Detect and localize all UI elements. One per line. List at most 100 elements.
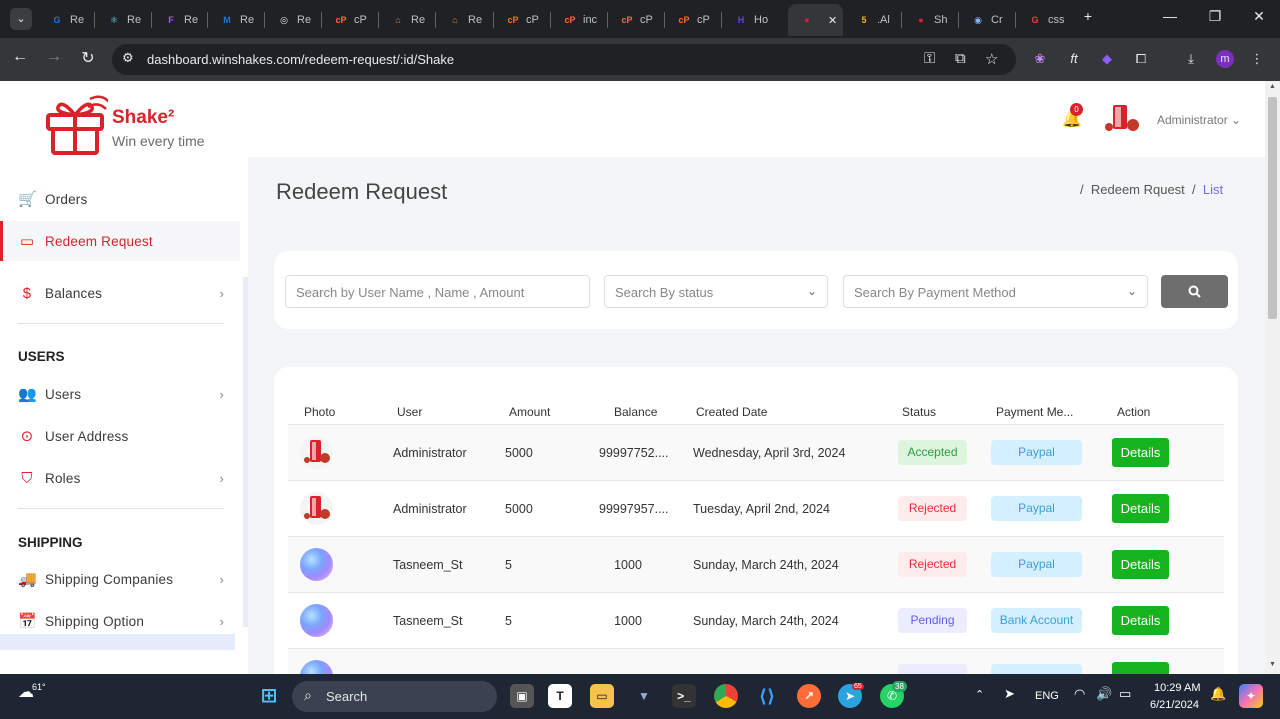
details-button[interactable]: Details [1112, 494, 1169, 523]
browser-tab[interactable]: G Re [38, 6, 95, 34]
sidebar-item-shipping-companies[interactable]: 🚚 Shipping Companies › [0, 559, 240, 599]
tab-favicon-icon: ⌂ [452, 15, 458, 25]
sidebar-item-users[interactable]: 👥 Users › [0, 374, 240, 414]
chevron-right-icon: › [219, 571, 224, 587]
sidebar-item-redeem-request[interactable]: ▭ Redeem Request [0, 221, 240, 261]
browser-tab[interactable]: Gcss [1016, 6, 1073, 34]
tray-overflow-icon[interactable]: ⌃ [975, 688, 984, 701]
sidebar-scroll-indicator[interactable] [243, 277, 248, 627]
tab-close-icon[interactable]: ✕ [828, 14, 837, 27]
search-input[interactable] [285, 275, 590, 308]
browser-tab[interactable]: cP cP [322, 6, 379, 34]
breadcrumb-item[interactable]: Redeem Rquest [1091, 182, 1185, 197]
terminal-icon[interactable]: >_ [672, 684, 696, 708]
language-indicator[interactable]: ENG [1035, 690, 1059, 702]
status-badge: Rejected [898, 552, 967, 577]
page-scrollbar[interactable]: ▲ ▼ [1265, 81, 1280, 674]
chrome-icon[interactable] [714, 684, 738, 708]
extensions-puzzle-icon[interactable]: ⧠ [1132, 50, 1150, 68]
windows-start-icon[interactable]: ⊞ [257, 684, 281, 708]
browser-menu-icon[interactable]: ⋮ [1248, 50, 1266, 68]
back-icon[interactable]: ← [8, 48, 32, 66]
tab-search-button[interactable]: ⌄ [10, 8, 32, 30]
volume-icon[interactable]: 🔊 [1096, 686, 1112, 702]
search-button[interactable] [1161, 275, 1228, 308]
header-user-menu[interactable]: Administrator ⌄ [1157, 113, 1241, 127]
vscode-icon[interactable]: ⟨⟩ [755, 684, 779, 708]
status-select[interactable]: Search By status ⌄ [604, 275, 828, 308]
extension-cube-icon[interactable]: ◆ [1098, 50, 1116, 68]
web-page: Shake² Win every time 🛒 Orders ▭ Redeem … [0, 81, 1280, 674]
browser-tab[interactable]: cP cP [608, 6, 665, 34]
extension-brain-icon[interactable]: ❀ [1031, 50, 1049, 68]
extension-fonts-icon[interactable]: ft [1065, 50, 1083, 68]
scroll-up-icon[interactable]: ▲ [1269, 83, 1276, 90]
notifications-bell-icon[interactable]: 🔔 [1210, 686, 1226, 702]
wifi-icon[interactable]: ◠ [1074, 686, 1085, 702]
bookmark-star-icon[interactable]: ☆ [985, 50, 998, 68]
browser-tab[interactable]: cP cP [665, 6, 722, 34]
table-row: Tasneem_St 5 1000 Sunday, March 24th, 2024 P… [288, 592, 1224, 648]
shake-cup-icon [304, 496, 330, 519]
browser-tab[interactable]: H Ho [722, 6, 779, 34]
maximize-icon[interactable]: ❐ [1200, 8, 1230, 25]
copilot-icon[interactable]: ✦ [1239, 684, 1263, 708]
browser-tab[interactable]: M Re [208, 6, 265, 34]
scroll-down-icon[interactable]: ▼ [1269, 661, 1276, 668]
address-bar[interactable]: ⚙ dashboard.winshakes.com/redeem-request… [112, 44, 1016, 75]
reload-icon[interactable]: ↻ [76, 48, 100, 68]
site-info-icon[interactable]: ⚙ [122, 50, 134, 66]
browser-tab[interactable]: ● Sh [902, 6, 959, 34]
browser-tab[interactable]: cP inc [551, 6, 608, 34]
clock-time[interactable]: 10:29 AM [1154, 682, 1200, 694]
sidebar-item-label: Shipping Companies [45, 571, 174, 587]
taskbar-search[interactable]: ⌕ Search [292, 681, 497, 712]
url-text[interactable]: dashboard.winshakes.com/redeem-request/:… [147, 52, 454, 67]
details-button[interactable] [1112, 662, 1169, 674]
task-view-icon[interactable]: ▣ [510, 684, 534, 708]
tab-title: Cr [991, 14, 1003, 26]
cell-balance: 1000 [614, 558, 642, 572]
breadcrumb-separator: / [1192, 182, 1196, 197]
clock-date[interactable]: 6/21/2024 [1150, 699, 1199, 711]
browser-tab[interactable]: F Re [152, 6, 208, 34]
browser-tab[interactable]: ⚛ Re [95, 6, 152, 34]
new-tab-icon[interactable]: + [1073, 8, 1103, 24]
install-app-icon[interactable]: ⧉ [955, 50, 966, 67]
sidebar-item-roles[interactable]: ⛉ Roles › [0, 458, 240, 498]
scrollbar-thumb[interactable] [1268, 97, 1277, 319]
search-text-input[interactable] [296, 285, 579, 300]
teams-icon[interactable]: T [548, 684, 572, 708]
minimize-icon[interactable]: — [1155, 8, 1185, 24]
key-icon[interactable]: ⚿ [924, 50, 935, 67]
details-button[interactable]: Details [1112, 606, 1169, 635]
browser-tab[interactable]: ◉ Cr [959, 6, 1016, 34]
file-explorer-icon[interactable]: ▭ [590, 684, 614, 708]
browser-tab[interactable]: ◎ Re [265, 6, 322, 34]
browser-tab[interactable]: ⌂ Re [436, 6, 494, 34]
download-icon[interactable]: ⤓ [1182, 50, 1200, 68]
payment-method-select[interactable]: Search By Payment Method ⌄ [843, 275, 1148, 308]
sidebar-item-balances[interactable]: $ Balances › [0, 273, 240, 313]
brand-logo[interactable] [44, 95, 111, 157]
column-header-status: Status [902, 405, 937, 419]
vpn-icon[interactable]: ▼ [632, 684, 656, 708]
close-window-icon[interactable]: ✕ [1244, 8, 1274, 25]
browser-tab[interactable]: ⌂ Re [379, 6, 436, 34]
browser-tab[interactable]: 5 .Al [845, 6, 902, 34]
battery-icon[interactable]: ▭ [1119, 686, 1131, 702]
taskbar-search-label: Search [326, 689, 368, 704]
browser-tab-active[interactable]: ● ✕ [788, 4, 843, 36]
postman-icon[interactable]: ↗ [797, 684, 821, 708]
profile-avatar[interactable]: m [1216, 50, 1234, 68]
browser-tab[interactable]: cP cP [494, 6, 551, 34]
breadcrumb: / Redeem Rquest / List [1080, 182, 1223, 197]
sidebar-item-orders[interactable]: 🛒 Orders [0, 179, 240, 219]
forward-icon[interactable]: → [42, 48, 66, 66]
details-button[interactable]: Details [1112, 438, 1169, 467]
tab-favicon-icon: G [53, 15, 61, 25]
details-button[interactable]: Details [1112, 550, 1169, 579]
tray-app-icon[interactable]: ➤ [1004, 686, 1015, 702]
sidebar-item-user-address[interactable]: ⊙ User Address [0, 416, 240, 456]
user-avatar[interactable] [1103, 103, 1145, 133]
